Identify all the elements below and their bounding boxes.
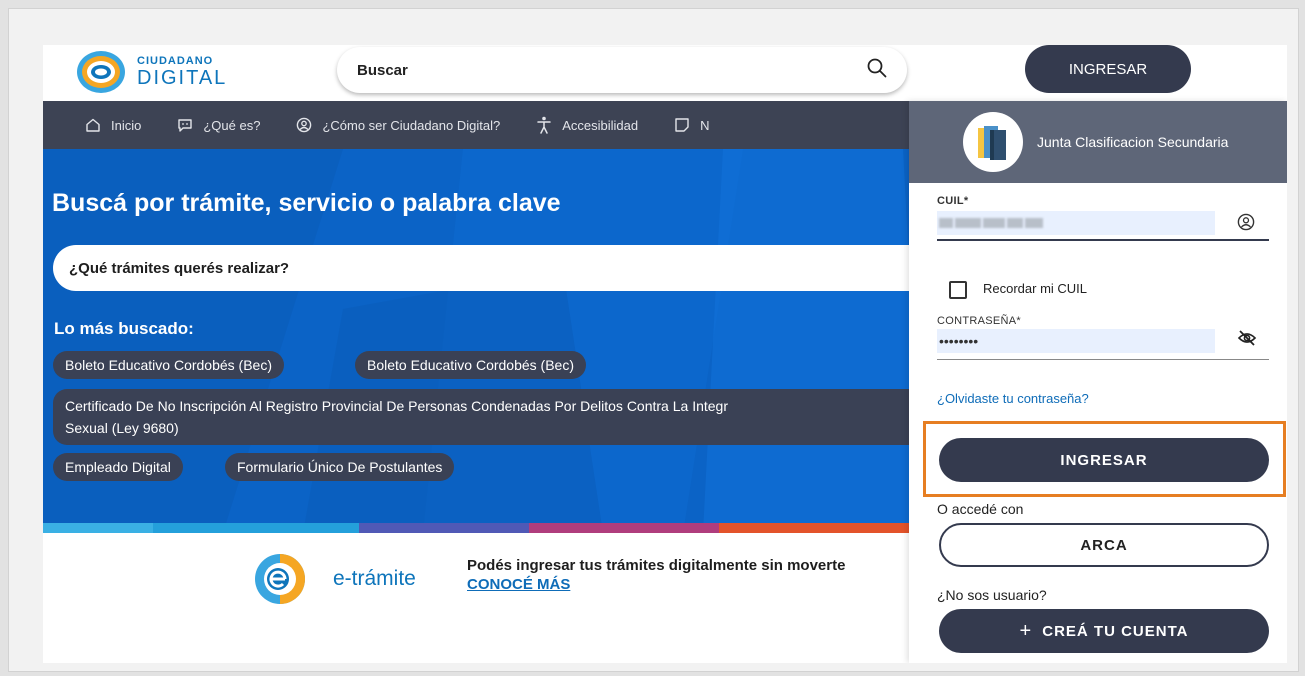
logo-mark-icon (75, 49, 127, 95)
nav-label: N (700, 117, 710, 133)
etramite-description: Podés ingresar tus trámites digitalmente… (467, 557, 846, 574)
nav-item-como-ser[interactable]: ¿Cómo ser Ciudadano Digital? (296, 117, 500, 133)
remember-cuil-checkbox[interactable] (949, 281, 967, 299)
etramite-logo-icon (255, 554, 305, 604)
arca-button[interactable]: ARCA (939, 523, 1269, 567)
accessibility-icon (537, 116, 551, 134)
cuil-label: CUIL* (937, 195, 969, 207)
password-label: CONTRASEÑA* (937, 315, 1021, 327)
chat-icon (178, 119, 193, 132)
nav-item-que-es[interactable]: ¿Qué es? (177, 117, 260, 133)
cuil-value-blurred (939, 218, 1045, 228)
password-underline (937, 359, 1269, 360)
no-user-text: ¿No sos usuario? (937, 587, 1047, 603)
cuil-underline (937, 239, 1269, 241)
chip-empleado-digital[interactable]: Empleado Digital (53, 453, 183, 481)
books-icon (978, 126, 1006, 160)
plus-icon: + (1019, 619, 1033, 642)
conoce-mas-link[interactable]: CONOCÉ MÁS (467, 576, 570, 593)
nav-label: ¿Cómo ser Ciudadano Digital? (322, 117, 501, 133)
nav-item-inicio[interactable]: Inicio (85, 117, 141, 133)
search-icon[interactable] (867, 58, 887, 83)
note-icon (675, 118, 689, 132)
create-account-button[interactable]: + CREÁ TU CUENTA (939, 609, 1269, 653)
chip-formulario-unico[interactable]: Formulario Único De Postulantes (225, 453, 455, 481)
most-searched-title: Lo más buscado: (54, 319, 194, 338)
remember-cuil-label: Recordar mi CUIL (983, 281, 1088, 296)
login-panel: Junta Clasificacion Secundaria CUIL* Rec… (909, 101, 1287, 663)
user-circle-icon (297, 117, 312, 133)
chip-certificado-line1: Certificado De No Inscripción Al Registr… (65, 398, 728, 414)
nav-label: Inicio (111, 117, 142, 133)
header-search-input[interactable]: Buscar (357, 62, 867, 79)
nav-label: ¿Qué es? (203, 117, 261, 133)
header-login-button[interactable]: INGRESAR (1025, 45, 1191, 93)
organization-name: Junta Clasificacion Secundaria (1037, 134, 1229, 150)
password-input[interactable]: •••••••• (937, 329, 1215, 353)
nav-label: Accesibilidad (562, 117, 639, 133)
chip-boleto-1[interactable]: Boleto Educativo Cordobés (Bec) (53, 351, 284, 379)
login-panel-header: Junta Clasificacion Secundaria (909, 101, 1287, 183)
home-icon (86, 118, 100, 132)
alt-access-text: O accedé con (937, 501, 1024, 517)
chip-certificado[interactable]: Certificado De No Inscripción Al Registr… (53, 389, 953, 445)
hero-search-input[interactable]: ¿Qué trámites querés realizar? (53, 245, 953, 291)
site-header: CIUDADANO DIGITAL Buscar INGRESAR (43, 45, 1287, 101)
header-search-bar[interactable]: Buscar (337, 47, 907, 93)
logo-line1: CIUDADANO (137, 55, 214, 67)
login-button[interactable]: INGRESAR (939, 438, 1269, 482)
nav-item-accesibilidad[interactable]: Accesibilidad (536, 116, 638, 134)
browser-page: CIUDADANO DIGITAL Buscar INGRESAR Inicio… (43, 45, 1287, 663)
logo-line2: DIGITAL (137, 67, 228, 89)
ciudadano-digital-logo[interactable]: CIUDADANO DIGITAL (75, 49, 227, 95)
forgot-password-link[interactable]: ¿Olvidaste tu contraseña? (937, 391, 1089, 406)
eye-off-icon[interactable] (1237, 329, 1257, 347)
nav-item-n[interactable]: N (674, 117, 709, 133)
etramite-name: e-trámite (333, 567, 416, 590)
screenshot-frame: CIUDADANO DIGITAL Buscar INGRESAR Inicio… (8, 8, 1299, 672)
hero-title: Buscá por trámite, servicio o palabra cl… (52, 189, 561, 217)
chip-boleto-2[interactable]: Boleto Educativo Cordobés (Bec) (355, 351, 586, 379)
user-circle-icon (1237, 213, 1255, 231)
chip-certificado-line2: Sexual (Ley 9680) (65, 420, 179, 436)
cuil-input[interactable] (937, 211, 1215, 235)
organization-avatar (963, 112, 1023, 172)
create-account-label: CREÁ TU CUENTA (1042, 622, 1189, 640)
